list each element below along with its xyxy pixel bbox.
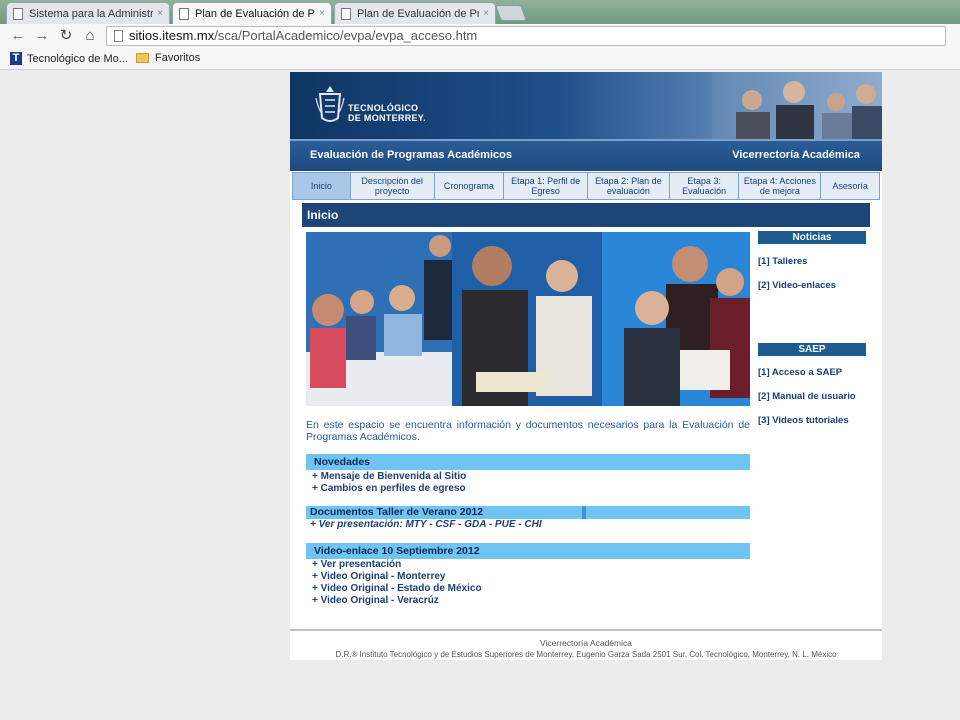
nav-etapa-3[interactable]: Etapa 3: Evaluación bbox=[670, 173, 740, 199]
bookmark-favoritos[interactable]: Favoritos bbox=[136, 52, 200, 64]
list-item[interactable]: + Mensaje de Bienvenida al Sitio bbox=[312, 471, 466, 483]
page-icon bbox=[341, 7, 351, 20]
taller-list: + Ver presentación: MTY - CSF - GDA - PU… bbox=[310, 519, 542, 531]
nav-etapa-1[interactable]: Etapa 1: Perfil de Egreso bbox=[504, 173, 588, 199]
footer-line-2: D.R.® Instituto Tecnológico y de Estudio… bbox=[335, 650, 837, 659]
folder-icon bbox=[136, 53, 149, 63]
site-banner: TECNOLÓGICO DE MONTERREY. bbox=[290, 72, 882, 139]
noticias-link-talleres[interactable]: [1] Talleres bbox=[758, 256, 807, 267]
nav-descripcion[interactable]: Descripción del proyecto bbox=[351, 173, 435, 199]
novedades-list: + Mensaje de Bienvenida al Sitio + Cambi… bbox=[312, 471, 466, 495]
noticias-header: Noticias bbox=[758, 231, 866, 244]
list-item[interactable]: + Cambios en perfiles de egreso bbox=[312, 483, 466, 495]
intro-text: En este espacio se encuentra información… bbox=[306, 419, 750, 443]
noticias-link-videoenlaces[interactable]: [2] Video-enlaces bbox=[758, 280, 836, 291]
address-bar[interactable]: sitios.itesm.mx/sca/PortalAcademico/evpa… bbox=[106, 26, 946, 46]
bookmarks-bar: T Tecnológico de Mo... Favoritos bbox=[0, 48, 960, 70]
taller-title: Documentos Taller de Verano 2012 bbox=[310, 506, 484, 518]
taller-header: Documentos Taller de Verano 2012 bbox=[306, 506, 750, 519]
site-logo-text: TECNOLÓGICO DE MONTERREY. bbox=[348, 103, 426, 123]
site-title-bar: Evaluación de Programas Académicos Vicer… bbox=[290, 139, 882, 171]
main-nav: Inicio Descripción del proyecto Cronogra… bbox=[292, 172, 880, 200]
logo-line-2: DE MONTERREY. bbox=[348, 113, 426, 123]
t-icon: T bbox=[10, 52, 22, 65]
footer-line-1: Vicerrectoría Académica bbox=[540, 638, 632, 648]
section-heading: Inicio bbox=[302, 203, 870, 227]
site-subtitle: Vicerrectoría Académica bbox=[732, 149, 860, 161]
banner-people-image bbox=[712, 72, 882, 139]
web-page: TECNOLÓGICO DE MONTERREY. Evaluación de … bbox=[290, 72, 882, 660]
logo-line-1: TECNOLÓGICO bbox=[348, 103, 419, 113]
videoenlace-list: + Ver presentación + Video Original - Mo… bbox=[312, 559, 482, 607]
nav-etapa-2[interactable]: Etapa 2: Plan de evaluación bbox=[588, 173, 670, 199]
forward-arrow-icon[interactable]: → bbox=[34, 28, 50, 44]
videoenlace-header: Video-enlace 10 Septiembre 2012 bbox=[306, 543, 750, 559]
list-item[interactable]: + Video Original - Monterrey bbox=[312, 571, 482, 583]
home-icon[interactable]: ⌂ bbox=[82, 28, 98, 44]
browser-tab-1[interactable]: Sistema para la Administra × bbox=[6, 2, 170, 24]
page-icon bbox=[179, 7, 189, 20]
bookmark-tecnologico[interactable]: T Tecnológico de Mo... bbox=[10, 52, 128, 65]
close-icon[interactable]: × bbox=[319, 8, 325, 19]
browser-tab-label: Sistema para la Administra bbox=[29, 7, 154, 20]
back-arrow-icon[interactable]: ← bbox=[10, 28, 26, 44]
reload-icon[interactable]: ↻ bbox=[58, 28, 74, 44]
nav-asesoria[interactable]: Asesoría bbox=[821, 173, 879, 199]
browser-tab-3[interactable]: Plan de Evaluación de Prog × bbox=[334, 2, 496, 24]
browser-tab-2[interactable]: Plan de Evaluación de Prog × bbox=[172, 2, 332, 24]
hero-photo bbox=[306, 232, 750, 406]
browser-tab-strip: Sistema para la Administra × Plan de Eva… bbox=[0, 0, 960, 24]
page-icon bbox=[13, 7, 23, 20]
site-title: Evaluación de Programas Académicos bbox=[310, 149, 512, 161]
saep-header: SAEP bbox=[758, 343, 866, 356]
saep-link-acceso[interactable]: [1] Acceso a SAEP bbox=[758, 367, 842, 378]
browser-tab-label: Plan de Evaluación de Prog bbox=[357, 7, 480, 20]
list-item[interactable]: + Ver presentación: MTY - CSF - GDA - PU… bbox=[310, 519, 542, 531]
new-tab-button[interactable] bbox=[495, 5, 527, 21]
saep-link-manual[interactable]: [2] Manual de usuario bbox=[758, 391, 856, 402]
list-item[interactable]: + Ver presentación bbox=[312, 559, 482, 571]
nav-cronograma[interactable]: Cronograma bbox=[435, 173, 505, 199]
close-icon[interactable]: × bbox=[157, 8, 163, 19]
bookmark-label: Favoritos bbox=[155, 52, 201, 64]
url-host: sitios.itesm.mx bbox=[129, 28, 215, 43]
bookmark-label: Tecnológico de Mo... bbox=[27, 52, 128, 65]
nav-etapa-4[interactable]: Etapa 4: Acciones de mejora bbox=[739, 173, 822, 199]
saep-link-videos[interactable]: [3] Videos tutoriales bbox=[758, 415, 849, 426]
nav-inicio[interactable]: Inicio bbox=[293, 173, 351, 199]
document-icon bbox=[114, 30, 123, 42]
url-path: /sca/PortalAcademico/evpa/evpa_acceso.ht… bbox=[214, 28, 478, 43]
header-divider bbox=[582, 506, 586, 519]
browser-tab-label: Plan de Evaluación de Prog bbox=[195, 7, 315, 20]
footer-divider bbox=[290, 629, 882, 631]
tec-logo-icon bbox=[315, 86, 345, 122]
novedades-header: Novedades bbox=[306, 454, 750, 470]
list-item[interactable]: + Video Original - Veracrúz bbox=[312, 595, 482, 607]
close-icon[interactable]: × bbox=[483, 8, 489, 19]
list-item[interactable]: + Video Original - Estado de México bbox=[312, 583, 482, 595]
